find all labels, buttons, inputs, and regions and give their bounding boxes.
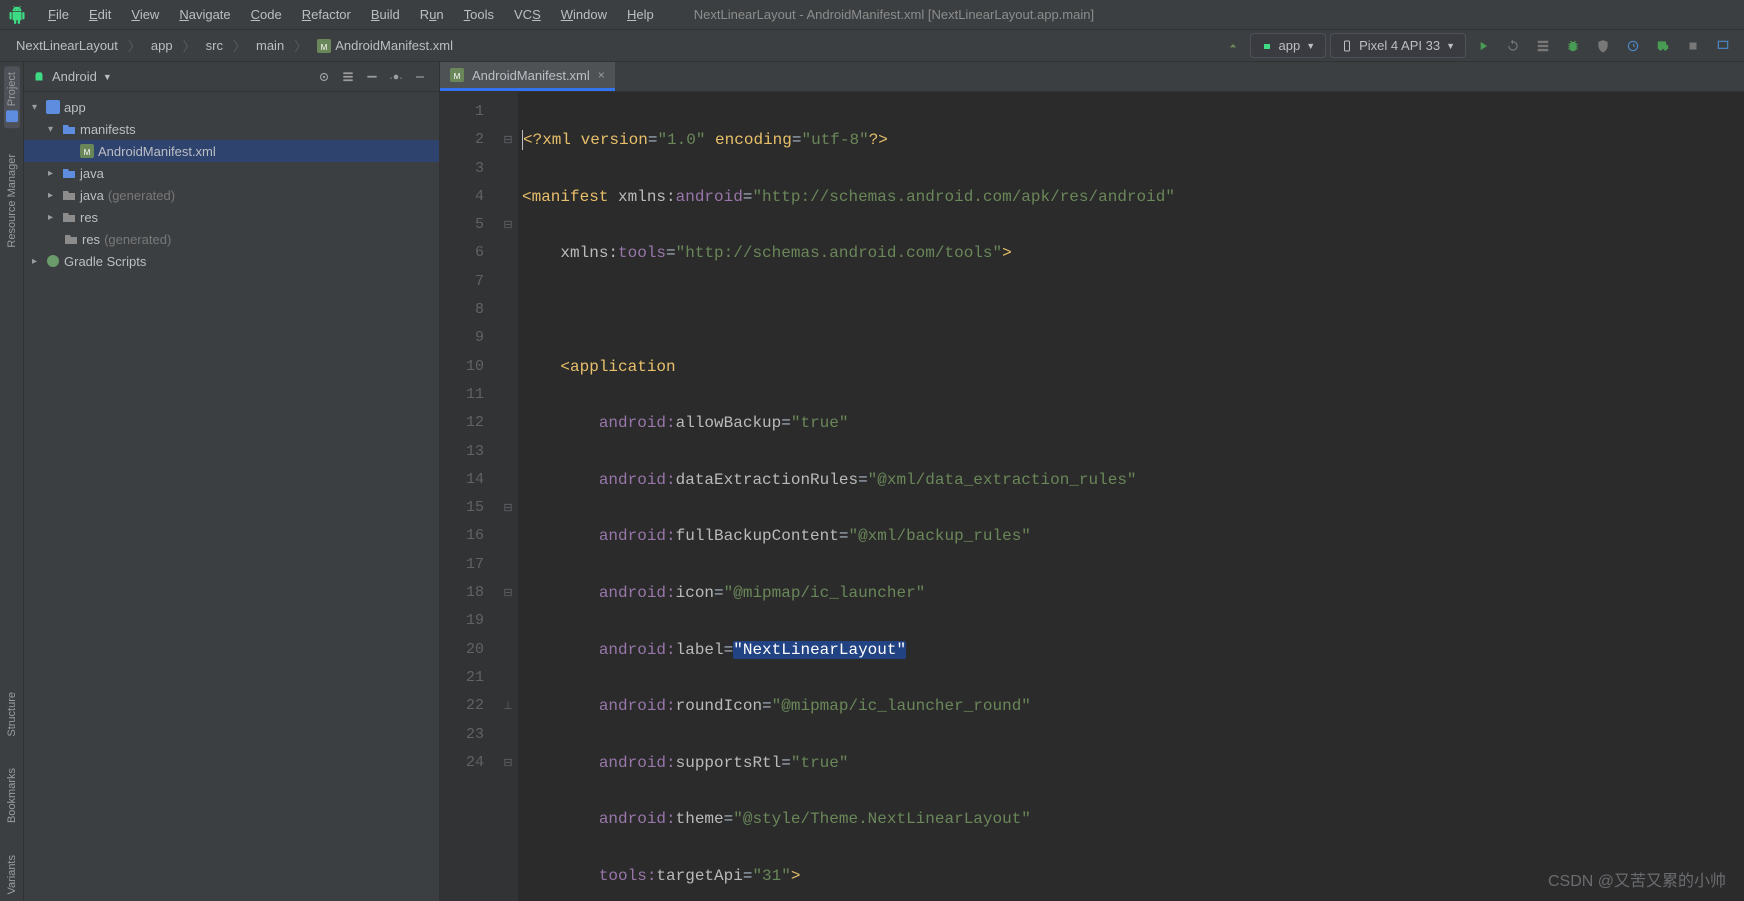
profiler-icon[interactable] xyxy=(1620,33,1646,59)
menu-bar: File Edit View Navigate Code Refactor Bu… xyxy=(0,0,1744,30)
crumb-src[interactable]: src xyxy=(198,35,231,56)
bookmarks-tab[interactable]: Bookmarks xyxy=(4,762,20,829)
tree-node-gradle[interactable]: ▸ Gradle Scripts xyxy=(24,250,439,272)
chevron-right-icon: ▸ xyxy=(48,212,58,223)
coverage-icon[interactable] xyxy=(1590,33,1616,59)
project-view-selector[interactable]: Android ▼ xyxy=(32,69,112,84)
close-icon[interactable]: × xyxy=(598,68,605,82)
tree-node-res[interactable]: ▸ res xyxy=(24,206,439,228)
tree-node-app[interactable]: ▾ app xyxy=(24,96,439,118)
apply-code-changes-icon[interactable] xyxy=(1530,33,1556,59)
stop-button[interactable] xyxy=(1680,33,1706,59)
expand-all-icon[interactable] xyxy=(337,66,359,88)
chevron-down-icon: ▼ xyxy=(1446,41,1455,51)
editor-tabs: M AndroidManifest.xml × xyxy=(440,62,1744,92)
select-opened-file-icon[interactable] xyxy=(313,66,335,88)
menu-vcs[interactable]: VCS xyxy=(504,3,551,26)
tree-node-manifest-file[interactable]: M AndroidManifest.xml xyxy=(24,140,439,162)
crumb-separator: 〉 xyxy=(183,36,196,55)
settings-icon[interactable] xyxy=(385,66,407,88)
tree-node-java[interactable]: ▸ java xyxy=(24,162,439,184)
project-tool-tab[interactable]: Project xyxy=(4,66,20,128)
menu-run[interactable]: Run xyxy=(410,3,454,26)
tab-androidmanifest[interactable]: M AndroidManifest.xml × xyxy=(440,62,615,91)
project-panel: Android ▼ ▾ app ▾ manifests xyxy=(24,62,440,901)
chevron-down-icon: ▾ xyxy=(48,124,58,135)
crumb-main[interactable]: main xyxy=(248,35,292,56)
gradle-icon xyxy=(46,254,60,268)
crumb-separator: 〉 xyxy=(128,36,141,55)
editor-area: M AndroidManifest.xml × 1234567891011121… xyxy=(440,62,1744,901)
breadcrumbs: NextLinearLayout 〉 app 〉 src 〉 main 〉 M … xyxy=(8,35,461,56)
crumb-app[interactable]: app xyxy=(143,35,181,56)
code-content[interactable]: <?xml version="1.0" encoding="utf-8"?> <… xyxy=(518,92,1744,901)
menu-build[interactable]: Build xyxy=(361,3,410,26)
chevron-right-icon: ▸ xyxy=(32,256,42,267)
chevron-down-icon: ▼ xyxy=(103,72,112,82)
folder-icon xyxy=(62,122,76,136)
android-icon xyxy=(1261,40,1273,52)
structure-tab[interactable]: Structure xyxy=(4,686,20,743)
menu-help[interactable]: Help xyxy=(617,3,664,26)
run-config-dropdown[interactable]: app ▼ xyxy=(1250,33,1327,58)
hide-icon[interactable] xyxy=(409,66,431,88)
project-tree[interactable]: ▾ app ▾ manifests M AndroidManifest.xml … xyxy=(24,92,439,901)
menu-refactor[interactable]: Refactor xyxy=(292,3,361,26)
android-studio-logo xyxy=(8,6,26,24)
menu-file[interactable]: File xyxy=(38,3,79,26)
app-inspection-icon[interactable] xyxy=(1650,33,1676,59)
folder-icon xyxy=(62,166,76,180)
svg-text:M: M xyxy=(454,72,461,81)
xml-file-icon: M xyxy=(80,144,94,158)
chevron-down-icon: ▾ xyxy=(32,102,42,113)
menu-code[interactable]: Code xyxy=(241,3,292,26)
tree-node-manifests[interactable]: ▾ manifests xyxy=(24,118,439,140)
module-icon xyxy=(46,100,60,114)
menu-view[interactable]: View xyxy=(121,3,169,26)
resource-manager-tab[interactable]: Resource Manager xyxy=(4,148,20,254)
xml-file-icon: M xyxy=(450,68,464,82)
crumb-separator: 〉 xyxy=(233,36,246,55)
tree-node-res-generated[interactable]: res (generated) xyxy=(24,228,439,250)
apply-changes-icon[interactable] xyxy=(1500,33,1526,59)
collapse-all-icon[interactable] xyxy=(361,66,383,88)
menu-window[interactable]: Window xyxy=(551,3,617,26)
window-title: NextLinearLayout - AndroidManifest.xml [… xyxy=(694,7,1094,22)
svg-text:M: M xyxy=(321,43,328,52)
fold-gutter[interactable]: ⊟⊟⊟⊟⊥⊟ xyxy=(498,92,518,901)
editor-body[interactable]: 123456789101112131415161718192021222324 … xyxy=(440,92,1744,901)
folder-icon xyxy=(64,232,78,246)
build-variants-tab[interactable]: Variants xyxy=(4,849,20,901)
chevron-down-icon: ▼ xyxy=(1306,41,1315,51)
folder-icon xyxy=(62,210,76,224)
device-icon xyxy=(1341,40,1353,52)
device-dropdown[interactable]: Pixel 4 API 33 ▼ xyxy=(1330,33,1466,58)
crumb-separator: 〉 xyxy=(294,36,307,55)
android-icon xyxy=(32,70,46,84)
folder-icon xyxy=(62,188,76,202)
crumb-project[interactable]: NextLinearLayout xyxy=(8,35,126,56)
line-numbers: 123456789101112131415161718192021222324 xyxy=(440,92,498,901)
sync-icon[interactable] xyxy=(1220,33,1246,59)
xml-file-icon: M xyxy=(317,39,331,53)
menu-edit[interactable]: Edit xyxy=(79,3,121,26)
crumb-file[interactable]: M AndroidManifest.xml xyxy=(309,35,461,56)
toolbar-right: app ▼ Pixel 4 API 33 ▼ xyxy=(1220,33,1737,59)
chevron-right-icon: ▸ xyxy=(48,168,58,179)
left-tool-gutter: Project Resource Manager Structure Bookm… xyxy=(0,62,24,901)
project-panel-header: Android ▼ xyxy=(24,62,439,92)
tree-node-java-generated[interactable]: ▸ java (generated) xyxy=(24,184,439,206)
svg-text:M: M xyxy=(84,148,91,157)
menu-tools[interactable]: Tools xyxy=(454,3,504,26)
watermark: CSDN @又苦又累的小帅 xyxy=(1548,867,1726,891)
run-button[interactable] xyxy=(1470,33,1496,59)
navigation-bar: NextLinearLayout 〉 app 〉 src 〉 main 〉 M … xyxy=(0,30,1744,62)
chevron-right-icon: ▸ xyxy=(48,190,58,201)
menu-navigate[interactable]: Navigate xyxy=(169,3,240,26)
avd-manager-icon[interactable] xyxy=(1710,33,1736,59)
debug-button[interactable] xyxy=(1560,33,1586,59)
